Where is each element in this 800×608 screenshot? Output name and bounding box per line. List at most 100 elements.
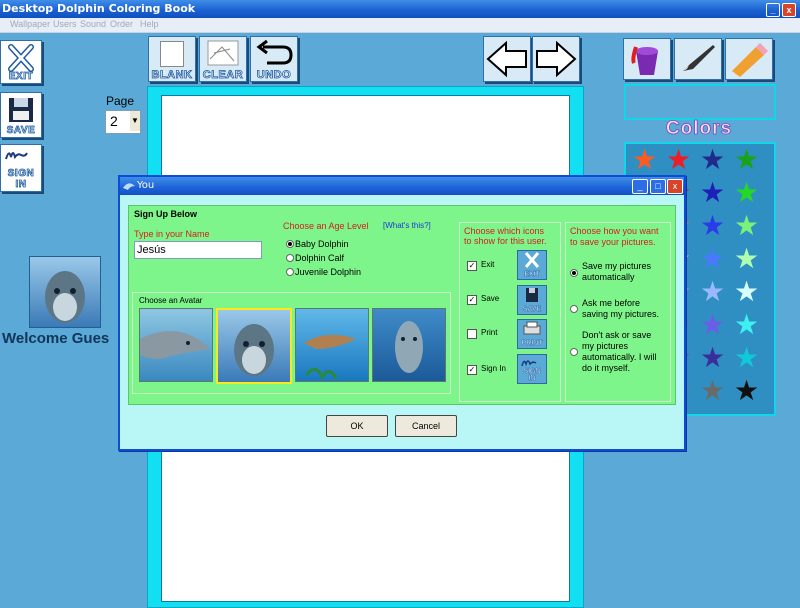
avatar-option-1[interactable] [139,308,213,382]
save-manual-radio[interactable] [570,348,578,356]
age-option-juvenile: Juvenile Dolphin [295,267,362,277]
save-manual-line-1: Don't ask or save [582,330,652,340]
dolphin-avatar-icon [45,271,85,323]
close-x-icon [8,44,34,72]
exit-button[interactable]: EXIT [0,40,42,84]
menu-help[interactable]: Help [140,19,159,29]
exit-preview-icon: EXIT [517,250,547,280]
print-icon-checkbox[interactable] [467,329,477,339]
printer-icon [523,321,541,335]
colors-title: Colors [665,118,733,140]
save-auto-radio[interactable] [570,269,578,277]
color-star-18[interactable]: ★ [700,278,725,306]
next-page-button[interactable] [532,36,580,82]
ok-button[interactable]: OK [326,415,388,437]
current-color-box [624,84,776,120]
color-star-10[interactable]: ★ [700,212,725,240]
close-button[interactable]: x [782,3,796,17]
name-input[interactable] [134,241,262,259]
clear-label: CLEAR [202,69,244,82]
menu-users[interactable]: Users [53,19,77,29]
page-value: 2 [110,113,118,129]
minimize-button[interactable]: _ [766,3,780,17]
age-label: Choose an Age Level [283,221,369,231]
blank-button[interactable]: BLANK [148,36,196,82]
signature-me-icon [521,360,537,367]
signin-preview-label-2: IN [528,375,536,382]
save-button[interactable]: SAVE [0,92,42,138]
avatar-option-2[interactable] [216,308,292,384]
save-ask-radio[interactable] [570,305,578,313]
dolphin-swimming-icon [304,334,356,381]
print-preview-label: PRINT [521,340,543,347]
dialog-maximize-button[interactable]: □ [650,179,666,194]
chevron-down-icon[interactable]: ▼ [130,111,140,131]
save-option-label: Save [481,294,500,303]
dolphin-underwater-icon [395,321,423,373]
color-star-22[interactable]: ★ [700,311,725,339]
floppy-disk-icon [9,98,33,122]
save-auto-line-2: automatically [582,272,635,282]
color-star-27[interactable]: ★ [734,344,759,372]
color-star-3[interactable]: ★ [734,146,759,174]
sign-up-panel: Sign Up Below Type in your Name Choose a… [128,205,676,405]
signature-me-icon [5,152,28,160]
exit-preview-label: EXIT [524,271,540,278]
signin-icon-checkbox[interactable]: ✓ [467,365,477,375]
save-icon-checkbox[interactable]: ✓ [467,295,477,305]
color-star-23[interactable]: ★ [734,311,759,339]
age-radio-juvenile[interactable] [286,268,294,276]
age-radio-baby[interactable] [286,240,294,248]
menu-wallpaper[interactable]: Wallpaper [10,19,50,29]
color-star-26[interactable]: ★ [700,344,725,372]
color-star-6[interactable]: ★ [700,179,725,207]
window-title-bar: Desktop Dolphin Coloring Book _ x [0,0,800,18]
color-star-15[interactable]: ★ [734,245,759,273]
eraser-tool[interactable] [725,38,773,80]
sign-up-dialog: You _ □ x Sign Up Below Type in your Nam… [118,175,686,451]
color-star-11[interactable]: ★ [734,212,759,240]
avatar-option-4[interactable] [372,308,446,382]
blank-page-icon [160,41,184,67]
dialog-close-button[interactable]: x [667,179,683,194]
cancel-button[interactable]: Cancel [395,415,457,437]
arrow-left-icon [486,40,527,78]
paint-bucket-icon [631,46,658,75]
whats-this-link[interactable]: [What's this?] [383,221,431,230]
avatar-option-3[interactable] [295,308,369,382]
pen-tool[interactable] [674,38,722,80]
dolphin-front-icon [234,324,274,376]
clear-button[interactable]: CLEAR [199,36,247,82]
age-radio-calf[interactable] [286,254,294,262]
signin-preview-label-1: SIGN [523,368,541,375]
color-star-2[interactable]: ★ [700,146,725,174]
color-star-7[interactable]: ★ [734,179,759,207]
paint-bucket-tool[interactable] [623,38,671,80]
menu-order[interactable]: Order [110,19,133,29]
age-option-calf: Dolphin Calf [295,253,345,263]
color-star-0[interactable]: ★ [632,146,657,174]
page-select[interactable]: 2 ▼ [105,110,141,134]
exit-option-label: Exit [481,260,495,269]
print-option-label: Print [481,328,498,337]
dialog-title: You [137,180,155,191]
dolphin-title-icon [123,183,135,190]
save-ask-line-2: saving my pictures. [582,309,660,319]
color-star-14[interactable]: ★ [700,245,725,273]
menu-sound[interactable]: Sound [80,19,106,29]
color-star-1[interactable]: ★ [666,146,691,174]
sign-in-button[interactable]: SIGN IN [0,144,42,192]
blank-label: BLANK [151,69,193,82]
color-star-30[interactable]: ★ [700,377,725,405]
undo-button[interactable]: UNDO [250,36,298,82]
color-star-19[interactable]: ★ [734,278,759,306]
previous-page-button[interactable] [483,36,531,82]
save-auto-line-1: Save my pictures [582,261,652,271]
avatar-label: Choose an Avatar [139,296,203,305]
save-preview-icon: SAVE [517,285,547,315]
color-star-31[interactable]: ★ [734,377,759,405]
icons-label-2: to show for this user. [464,236,547,246]
exit-label: EXIT [8,71,34,83]
exit-icon-checkbox[interactable]: ✓ [467,261,477,271]
dialog-minimize-button[interactable]: _ [632,179,648,194]
